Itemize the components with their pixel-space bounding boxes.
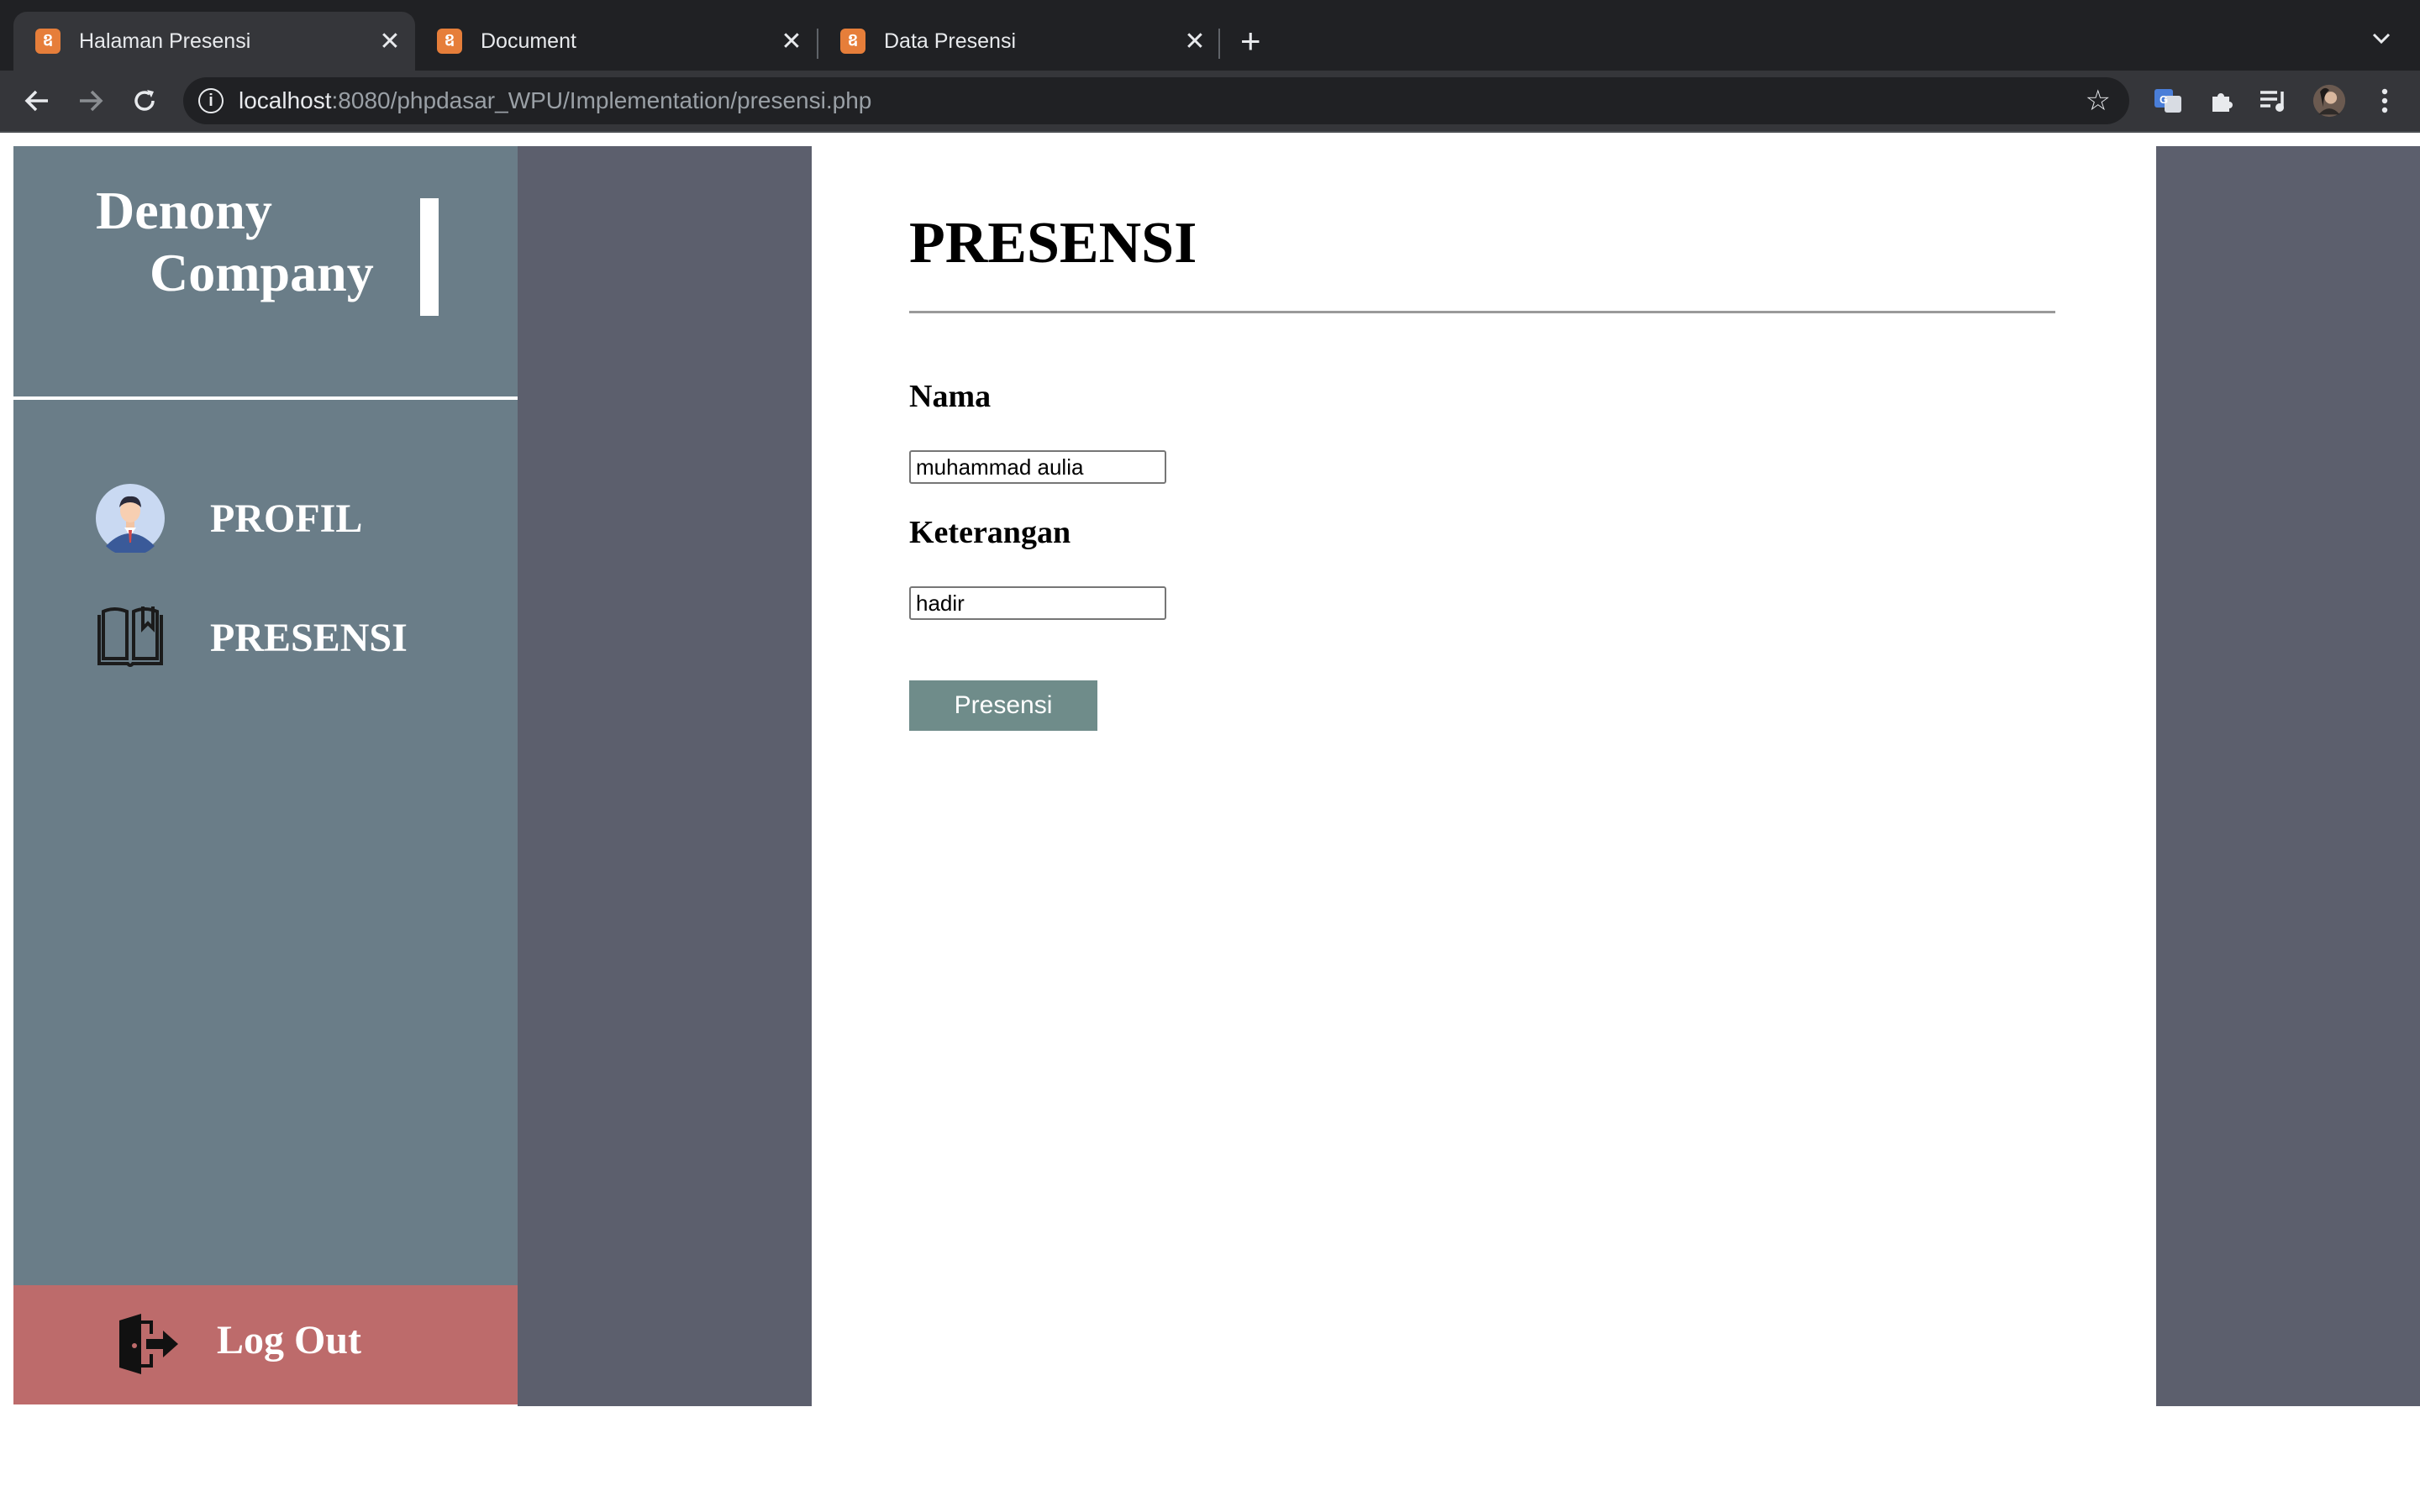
browser-menu-icon[interactable] [2368,84,2402,118]
tab-separator [1218,29,1220,59]
svg-text:G: G [2160,93,2168,106]
tab-document[interactable]: ឧ Document ✕ [415,12,817,71]
site-info-icon[interactable]: i [198,88,224,113]
back-icon[interactable] [17,81,57,121]
sidebar-item-presensi[interactable]: PRESENSI [96,603,408,672]
browser-tab-bar: ឧ Halaman Presensi ✕ ឧ Document ✕ ឧ Data… [0,0,2420,71]
main-content: PRESENSI Nama Keterangan Presensi [812,146,2156,1406]
page-title: PRESENSI [909,211,1197,276]
nama-label: Nama [909,379,992,414]
url-host: localhost [239,87,332,113]
new-tab-icon[interactable]: + [1240,22,1261,60]
chevron-down-icon[interactable] [2371,25,2391,51]
logout-label: Log Out [217,1318,362,1362]
close-tab-icon[interactable]: ✕ [373,27,407,56]
close-tab-icon[interactable]: ✕ [1178,27,1212,56]
profile-avatar-icon[interactable] [2312,84,2346,118]
xampp-favicon-icon: ឧ [437,29,462,54]
brand-accent-bar [420,198,439,316]
book-icon [96,603,165,672]
logout-button[interactable]: Log Out [13,1285,518,1404]
keterangan-label: Keterangan [909,515,1071,550]
title-divider [909,311,2055,313]
brand-line-2: Company [150,243,374,302]
close-tab-icon[interactable]: ✕ [775,27,808,56]
nama-input[interactable] [909,450,1166,484]
sidebar-item-label: PRESENSI [210,615,408,660]
tab-halaman-presensi[interactable]: ឧ Halaman Presensi ✕ [13,12,415,71]
xampp-favicon-icon: ឧ [35,29,60,54]
url-text: localhost:8080/phpdasar_WPU/Implementati… [239,87,871,114]
logout-door-icon [113,1310,180,1378]
sidebar-divider [13,396,518,400]
user-avatar-icon [96,484,165,557]
url-path: :8080/phpdasar_WPU/Implementation/presen… [331,87,872,113]
brand-logo-text: Denony Company [96,180,374,304]
presensi-submit-button[interactable]: Presensi [909,680,1097,731]
keterangan-input[interactable] [909,586,1166,620]
tab-title: Document [481,29,576,53]
address-bar[interactable]: i localhost:8080/phpdasar_WPU/Implementa… [183,77,2129,124]
reload-icon[interactable] [124,81,165,121]
tab-data-presensi[interactable]: ឧ Data Presensi ✕ [818,12,1220,71]
toolbar-divider [0,131,2420,133]
xampp-favicon-icon: ឧ [840,29,865,54]
tab-title: Halaman Presensi [79,29,251,53]
forward-icon[interactable] [71,81,111,121]
browser-toolbar: i localhost:8080/phpdasar_WPU/Implementa… [0,71,2420,131]
tab-title: Data Presensi [884,29,1017,53]
media-playlist-icon[interactable] [2257,84,2291,118]
sidebar-item-label: PROFIL [210,496,363,541]
brand-line-1: Denony [96,181,272,240]
extensions-puzzle-icon[interactable] [2205,84,2238,118]
right-gutter [2156,146,2420,1406]
sidebar: Denony Company PROFIL PRESENSI Log Out [13,146,518,1404]
left-gutter [518,146,812,1406]
bookmark-star-icon[interactable]: ☆ [2086,84,2111,118]
sidebar-item-profil[interactable]: PROFIL [96,484,363,557]
translate-icon[interactable]: G [2151,84,2185,118]
